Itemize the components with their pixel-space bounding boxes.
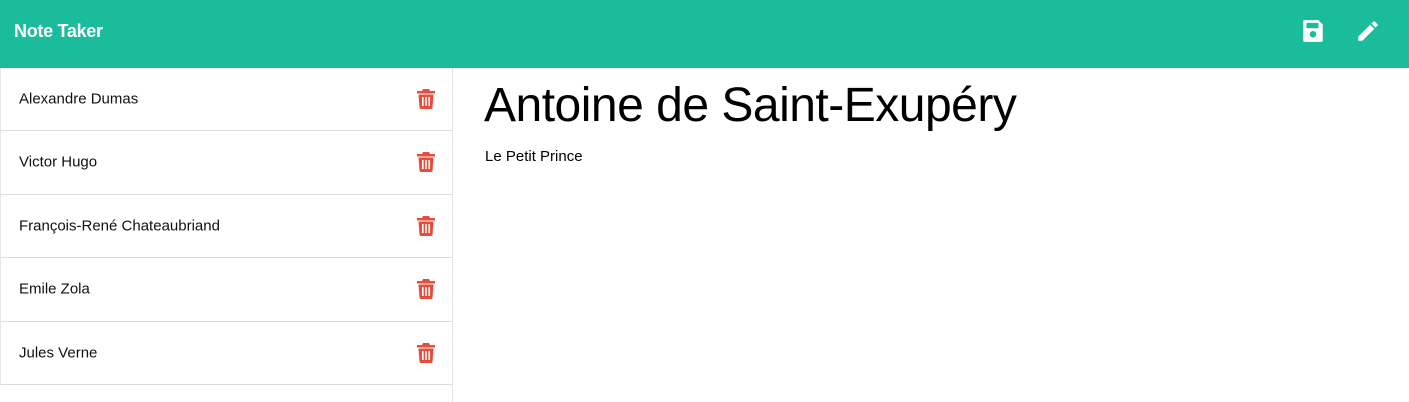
note-list-item[interactable]: Victor Hugo <box>0 131 452 195</box>
trash-icon[interactable] <box>417 342 435 363</box>
trash-icon[interactable] <box>417 152 435 173</box>
note-item-title[interactable]: Jules Verne <box>19 344 97 361</box>
trash-icon[interactable] <box>417 215 435 236</box>
note-list-item[interactable]: Alexandre Dumas <box>0 68 452 131</box>
note-list: Alexandre Dumas Victor Hugo François-Ren… <box>0 68 452 385</box>
trash-icon[interactable] <box>417 279 435 300</box>
save-icon[interactable] <box>1300 18 1326 44</box>
note-item-title[interactable]: Emile Zola <box>19 281 90 298</box>
note-list-item[interactable]: Emile Zola <box>0 258 452 322</box>
note-text-body[interactable]: Le Petit Prince <box>485 148 583 165</box>
note-list-item[interactable]: François-René Chateaubriand <box>0 194 452 258</box>
note-item-title[interactable]: Victor Hugo <box>19 154 97 171</box>
note-item-title[interactable]: François-René Chateaubriand <box>19 217 220 234</box>
notes-sidebar: Alexandre Dumas Victor Hugo François-Ren… <box>0 68 453 402</box>
trash-icon[interactable] <box>417 89 435 109</box>
brand-title[interactable]: Note Taker <box>14 21 103 42</box>
pencil-icon[interactable] <box>1355 18 1381 44</box>
note-editor: Antoine de Saint-Exupéry Le Petit Prince <box>454 68 1409 402</box>
note-title-heading[interactable]: Antoine de Saint-Exupéry <box>484 78 1017 133</box>
note-list-item[interactable]: Jules Verne <box>0 321 452 385</box>
note-item-title[interactable]: Alexandre Dumas <box>19 91 138 108</box>
navbar: Note Taker <box>0 0 1409 68</box>
